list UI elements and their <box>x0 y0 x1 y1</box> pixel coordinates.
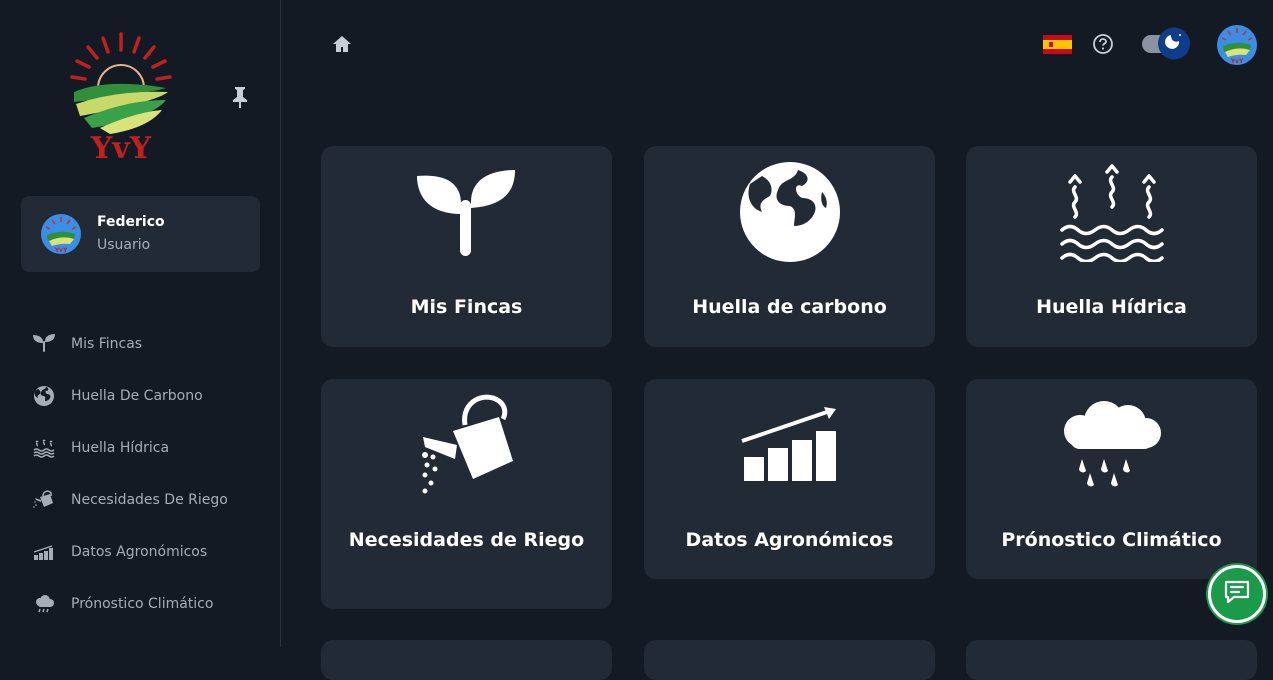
spain-flag-icon[interactable] <box>1043 35 1072 54</box>
card-partial[interactable] <box>966 640 1257 680</box>
card-huella-carbono[interactable]: Huella de carbono <box>644 146 935 347</box>
growth-chart-icon <box>644 405 935 485</box>
water-steam-icon <box>32 436 56 460</box>
card-partial[interactable] <box>321 640 612 680</box>
watering-can-icon <box>321 393 612 497</box>
sidebar-item-huella-carbono[interactable]: Huella De Carbono <box>0 370 280 422</box>
card-necesidades-riego[interactable]: Necesidades de Riego <box>321 379 612 609</box>
help-icon[interactable] <box>1092 33 1114 55</box>
svg-text:YvY: YvY <box>1230 58 1244 65</box>
user-card[interactable]: YvY Federico Usuario <box>21 196 260 272</box>
sidebar-nav: Mis Fincas Huella De Carbono Huella Hídr… <box>0 318 280 630</box>
rain-cloud-icon <box>32 592 56 616</box>
sidebar: YvY YvY Federico Usuario Mis Fincas Huel… <box>0 0 281 647</box>
sidebar-item-mis-fincas[interactable]: Mis Fincas <box>0 318 280 370</box>
card-label: Prónostico Climático <box>1001 529 1222 551</box>
theme-toggle[interactable] <box>1141 27 1191 60</box>
card-datos-agronomicos[interactable]: Datos Agronómicos <box>644 379 935 579</box>
bar-chart-icon <box>32 540 56 564</box>
card-huella-hidrica[interactable]: Huella Hídrica <box>966 146 1257 347</box>
card-partial[interactable] <box>644 640 935 680</box>
sidebar-item-label: Mis Fincas <box>71 336 143 352</box>
card-label: Mis Fincas <box>410 296 523 318</box>
svg-text:YvY: YvY <box>54 247 68 254</box>
svg-text:YvY: YvY <box>90 131 152 162</box>
watering-can-icon <box>32 488 56 512</box>
app-logo: YvY <box>66 30 176 166</box>
card-mis-fincas[interactable]: Mis Fincas <box>321 146 612 347</box>
chat-button[interactable] <box>1208 565 1266 623</box>
water-steam-icon <box>966 162 1257 262</box>
card-pronostico-climatico[interactable]: Prónostico Climático <box>966 379 1257 579</box>
home-icon[interactable] <box>331 33 353 55</box>
card-label: Huella de carbono <box>692 296 887 318</box>
sidebar-item-label: Necesidades De Riego <box>71 492 228 508</box>
profile-avatar[interactable]: YvY <box>1216 24 1258 66</box>
user-role: Usuario <box>97 237 151 253</box>
sidebar-item-necesidades-riego[interactable]: Necesidades De Riego <box>0 474 280 526</box>
sidebar-item-pronostico-climatico[interactable]: Prónostico Climático <box>0 578 280 630</box>
globe-icon <box>644 162 935 262</box>
user-avatar: YvY <box>40 213 82 255</box>
card-label: Necesidades de Riego <box>348 529 585 551</box>
sidebar-item-label: Huella De Carbono <box>71 388 203 404</box>
sprout-icon <box>32 332 56 356</box>
pin-icon[interactable] <box>229 85 251 109</box>
sidebar-item-datos-agronomicos[interactable]: Datos Agronómicos <box>0 526 280 578</box>
sidebar-item-huella-hidrica[interactable]: Huella Hídrica <box>0 422 280 474</box>
sidebar-item-label: Prónostico Climático <box>71 596 214 612</box>
card-label: Datos Agronómicos <box>685 529 894 551</box>
rain-cloud-icon <box>966 401 1257 491</box>
card-label: Huella Hídrica <box>1036 296 1187 318</box>
sidebar-item-label: Huella Hídrica <box>71 440 170 456</box>
globe-icon <box>32 384 56 408</box>
chat-icon <box>1222 577 1252 611</box>
sprout-icon <box>321 166 612 258</box>
sidebar-item-label: Datos Agronómicos <box>71 544 208 560</box>
user-name: Federico <box>97 214 165 230</box>
